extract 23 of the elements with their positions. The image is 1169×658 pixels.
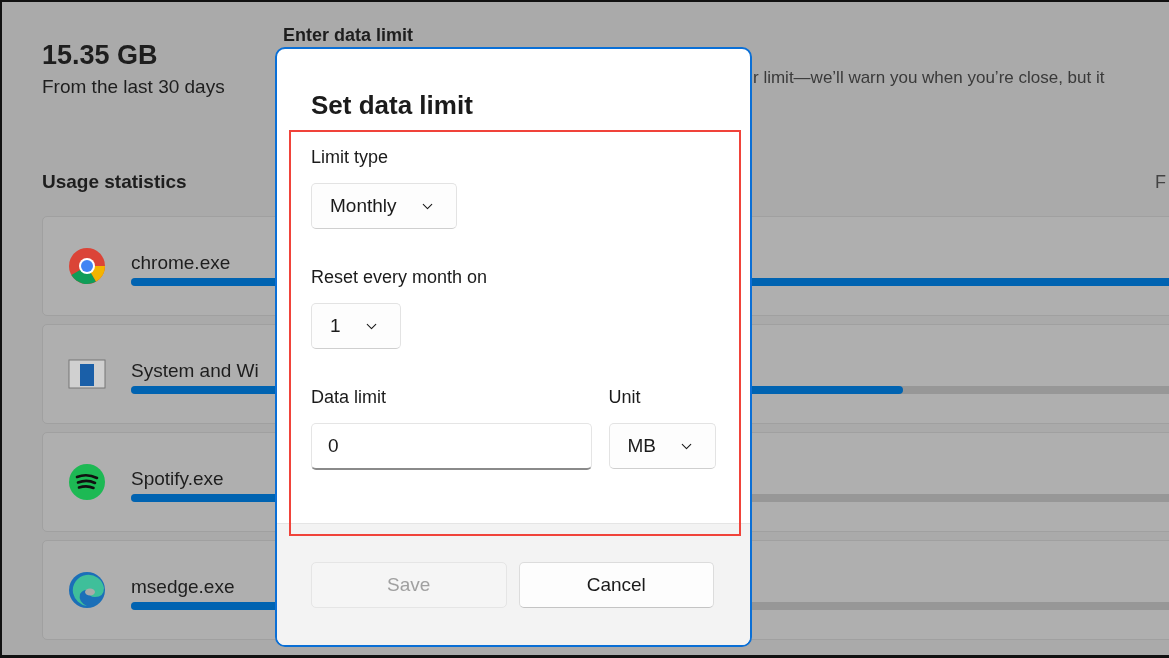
app-name: System and Wi (131, 360, 259, 382)
usage-period: From the last 30 days (42, 75, 226, 99)
column-header: F (1155, 171, 1166, 193)
usage-title: Usage statistics (42, 170, 187, 194)
edge-icon (68, 571, 106, 609)
section-description: r limit—we’ll warn you when you’re close, but it (753, 68, 1105, 87)
app-name: chrome.exe (131, 252, 231, 274)
dropdown[interactable]: MB (608, 423, 716, 469)
field-label: Reset every month on (311, 266, 488, 289)
field-label: Data limit (311, 386, 386, 409)
chrome-icon (68, 247, 106, 285)
spotify-icon (68, 463, 106, 501)
input-field[interactable]: 0 (311, 423, 592, 470)
section-title: Enter data limit (283, 25, 415, 45)
field-label: Unit (608, 386, 641, 409)
dropdown[interactable]: Monthly (311, 183, 457, 229)
field-label: Limit type (311, 146, 389, 169)
dropdown[interactable]: 1 (311, 303, 401, 349)
app-name: Spotify.exe (131, 468, 224, 490)
data-usage-total: 15.35 GB (42, 39, 159, 72)
dialog-title: Set data limit (310, 89, 474, 121)
app-name: msedge.exe (131, 576, 235, 598)
dialog-button[interactable]: Cancel (518, 562, 714, 608)
